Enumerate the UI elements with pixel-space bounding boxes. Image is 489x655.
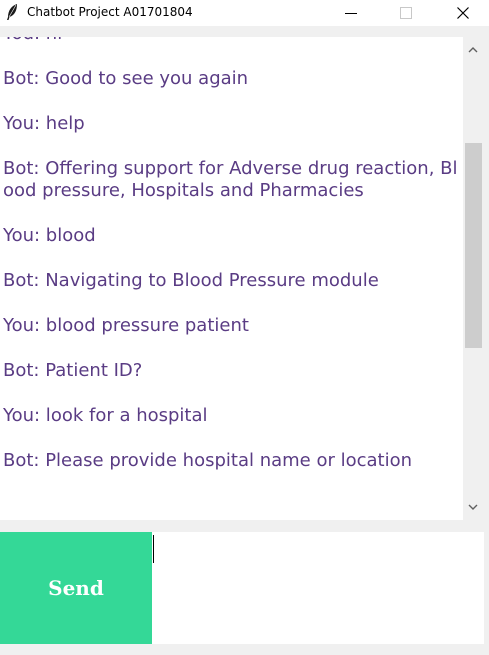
title-bar: Chatbot Project A01701804 — [0, 0, 489, 26]
chat-message: You: blood — [3, 225, 96, 246]
chat-message: Bot: Offering support for Adverse drug r… — [3, 158, 458, 201]
chat-messages: You: hi Bot: Good to see you again You: he… — [3, 37, 461, 495]
window-title: Chatbot Project A01701804 — [27, 5, 193, 19]
chat-message: You: hi — [3, 37, 461, 45]
send-button[interactable]: Send — [0, 532, 152, 644]
chat-message: Bot: Navigating to Blood Pressure module — [3, 270, 379, 291]
message-input[interactable] — [152, 532, 484, 644]
chevron-up-icon — [468, 47, 478, 53]
scroll-up-button[interactable] — [463, 40, 483, 60]
feather-icon — [7, 4, 17, 20]
chat-message: Bot: Good to see you again — [3, 68, 249, 89]
close-icon — [457, 7, 469, 19]
text-caret — [153, 535, 154, 563]
chat-message: You: look for a hospital — [3, 405, 208, 426]
close-button[interactable] — [440, 0, 486, 26]
chat-message: You: help — [3, 113, 85, 134]
chat-scrollbar[interactable] — [463, 37, 483, 520]
chat-message: Bot: Patient ID? — [3, 360, 143, 381]
scroll-down-button[interactable] — [463, 497, 483, 517]
maximize-icon — [400, 7, 412, 19]
chat-log[interactable]: You: hi Bot: Good to see you again You: he… — [0, 37, 463, 520]
chevron-down-icon — [468, 504, 478, 510]
minimize-button[interactable] — [328, 0, 374, 26]
maximize-button[interactable] — [383, 0, 429, 26]
chat-message: You: blood pressure patient — [3, 315, 249, 336]
minimize-icon — [345, 13, 357, 14]
chat-message: Bot: Please provide hospital name or loc… — [3, 450, 413, 471]
scrollbar-thumb[interactable] — [465, 143, 482, 348]
